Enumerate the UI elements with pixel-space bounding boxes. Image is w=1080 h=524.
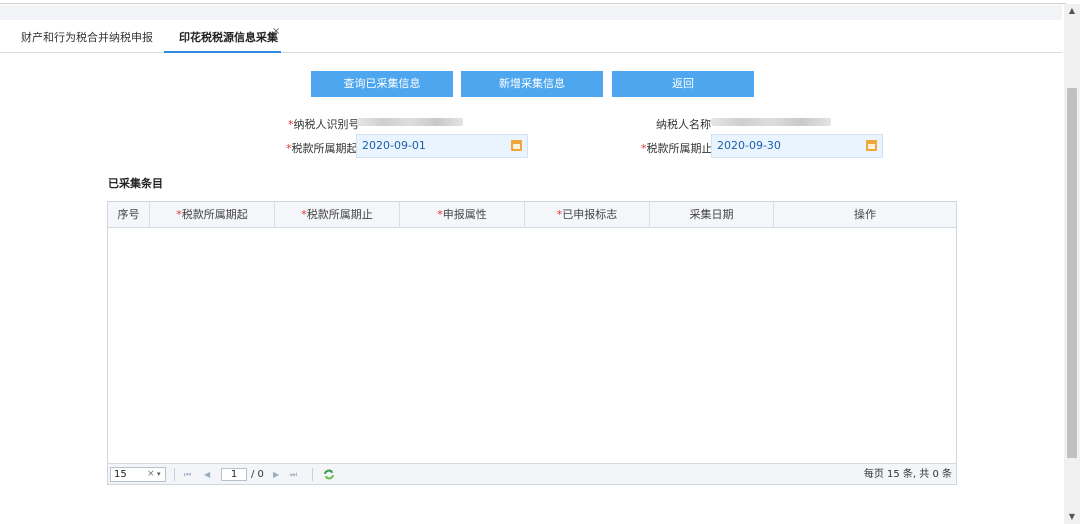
taxpayer-name-label: 纳税人名称 [656,118,711,131]
query-collected-button[interactable]: 查询已采集信息 [311,71,453,97]
scroll-thumb[interactable] [1067,88,1077,458]
tab-combined-declaration[interactable]: 财产和行为税合并纳税申报 [21,29,153,53]
column-header-actions: 操作 [854,208,876,221]
next-page-icon[interactable]: ▶ [273,468,279,481]
collected-items-table: 序号 *税款所属期起 *税款所属期止 *申报属性 *已申报标志 采集日期 操作 … [107,201,957,485]
column-header-period-start: *税款所属期起 [150,202,275,228]
column-header-declared-flag: *已申报标志 [525,202,650,228]
taxpayer-id-value-redacted [357,118,463,126]
period-start-input[interactable]: 2020-09-01 [356,134,528,158]
tab-label: 财产和行为税合并纳税申报 [21,31,153,44]
close-icon[interactable]: × [272,26,280,37]
column-header-collection-date: 采集日期 [650,202,774,228]
tab-bar: 财产和行为税合并纳税申报 印花税税源信息采集 × [0,21,1062,53]
page-number-input[interactable]: 1 [221,468,247,481]
period-start-value: 2020-09-01 [362,139,426,152]
page-size-select[interactable]: 15 × ▾ [110,467,166,482]
top-border [0,0,1066,4]
back-button[interactable]: 返回 [612,71,754,97]
divider [312,468,313,481]
add-collection-button[interactable]: 新增采集信息 [461,71,603,97]
vertical-scrollbar[interactable]: ▲ ▼ [1064,4,1080,524]
period-start-label: *税款所属期起 [286,142,358,155]
header-bar [0,5,1062,20]
tab-label: 印花税税源信息采集 [179,31,278,44]
calendar-icon[interactable] [511,140,522,151]
period-end-label: *税款所属期止 [641,142,713,155]
period-end-value: 2020-09-30 [717,139,781,152]
taxpayer-id-label: *纳税人识别号 [288,118,360,131]
column-header-period-end: *税款所属期止 [275,202,400,228]
pagination-bar: 15 × ▾ ⏮ ◀ 1 / 0 ▶ ⏭ 每页 15 条, 共 0 条 [108,463,956,484]
taxpayer-name-value-redacted [711,118,831,126]
prev-page-icon[interactable]: ◀ [204,468,210,481]
section-title: 已采集条目 [108,177,163,190]
tab-stamp-tax-collection[interactable]: 印花税税源信息采集 × [164,26,281,53]
page-size-value: 15 [114,469,127,480]
total-pages: / 0 [251,469,264,480]
period-end-input[interactable]: 2020-09-30 [711,134,883,158]
scroll-up-icon[interactable]: ▲ [1064,4,1080,18]
first-page-icon[interactable]: ⏮ [184,468,191,481]
column-header-declaration-attr: *申报属性 [400,202,525,228]
last-page-icon[interactable]: ⏭ [290,468,297,481]
column-header-index: 序号 [108,202,150,228]
pagination-info: 每页 15 条, 共 0 条 [863,469,952,480]
divider [174,468,175,481]
clear-icon[interactable]: × [147,468,155,481]
scroll-down-icon[interactable]: ▼ [1064,510,1080,524]
table-header: 序号 *税款所属期起 *税款所属期止 *申报属性 *已申报标志 采集日期 操作 [108,202,956,228]
calendar-icon[interactable] [866,140,877,151]
refresh-icon[interactable] [323,469,335,480]
chevron-down-icon[interactable]: ▾ [157,468,161,481]
